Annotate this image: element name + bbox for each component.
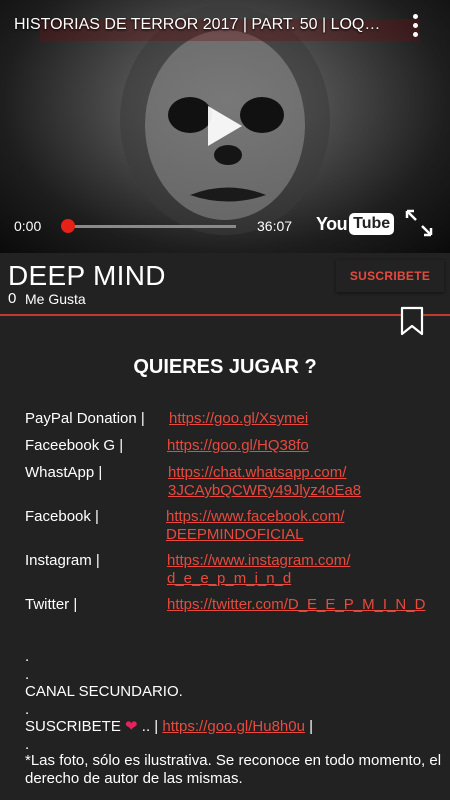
whatsapp-link-cont[interactable]: 3JCAybQCWRy49Jlyz4oEa8: [168, 482, 361, 499]
link-label: WhastApp |: [25, 464, 103, 481]
fullscreen-icon[interactable]: [404, 208, 434, 238]
faceebook-g-link[interactable]: https://goo.gl/HQ38fo: [167, 437, 309, 454]
subscribe-suffix: |: [309, 718, 314, 735]
facebook-link[interactable]: https://www.facebook.com/: [166, 508, 344, 525]
instagram-link[interactable]: https://www.instagram.com/: [167, 552, 350, 569]
heart-icon: ❤: [125, 718, 138, 735]
progress-bar[interactable]: [61, 219, 236, 233]
like-label: Me Gusta: [25, 291, 86, 307]
more-vert-icon[interactable]: [410, 14, 420, 44]
description-heading: QUIERES JUGAR ?: [133, 356, 317, 378]
video-title: HISTORIAS DE TERROR 2017 | PART. 50 | LO…: [14, 16, 384, 33]
dot-separator: .: [25, 666, 30, 683]
dot-separator: .: [25, 648, 30, 665]
link-label: Faceebook G |: [25, 437, 124, 454]
youtube-logo-tube: Tube: [349, 213, 395, 235]
youtube-logo-you: You: [316, 213, 348, 234]
paypal-link[interactable]: https://goo.gl/Xsymei: [169, 410, 308, 427]
link-label: Facebook |: [25, 508, 99, 525]
whatsapp-link[interactable]: https://chat.whatsapp.com/: [168, 464, 346, 481]
like-count: 0: [8, 290, 17, 307]
dot-separator: .: [25, 701, 30, 718]
facebook-link-cont[interactable]: DEEPMINDOFICIAL: [166, 526, 304, 543]
total-time: 36:07: [257, 218, 293, 234]
channel-name: DEEP MIND: [8, 260, 166, 291]
divider: [0, 314, 450, 316]
bookmark-icon[interactable]: [399, 306, 425, 336]
progress-knob[interactable]: [61, 219, 75, 233]
subscribe-mid: .. |: [141, 718, 159, 735]
link-label: PayPal Donation |: [25, 410, 145, 427]
secondary-channel-link[interactable]: https://goo.gl/Hu8h0u: [162, 718, 305, 735]
link-label: Twitter |: [25, 596, 78, 613]
dot-separator: .: [25, 736, 30, 753]
subscribe-text: SUSCRIBETE: [25, 718, 121, 735]
instagram-link-cont[interactable]: d_e_e_p_m_i_n_d: [167, 570, 291, 587]
secondary-channel-label: CANAL SECUNDARIO.: [25, 683, 183, 700]
link-label: Instagram |: [25, 552, 100, 569]
subscribe-line: SUSCRIBETE ❤ .. | https://goo.gl/Hu8h0u …: [25, 717, 313, 735]
current-time: 0:00: [14, 218, 42, 234]
subscribe-button[interactable]: SUSCRIBETE: [336, 260, 444, 292]
disclaimer: *Las foto, sólo es ilustrativa. Se recon…: [25, 752, 442, 787]
twitter-link[interactable]: https://twitter.com/D_E_E_P_M_I_N_D: [167, 596, 425, 613]
youtube-logo[interactable]: You Tube: [316, 210, 395, 238]
play-icon[interactable]: [204, 104, 244, 148]
video-player[interactable]: HISTORIAS DE TERROR 2017 | PART. 50 | LO…: [0, 0, 450, 253]
